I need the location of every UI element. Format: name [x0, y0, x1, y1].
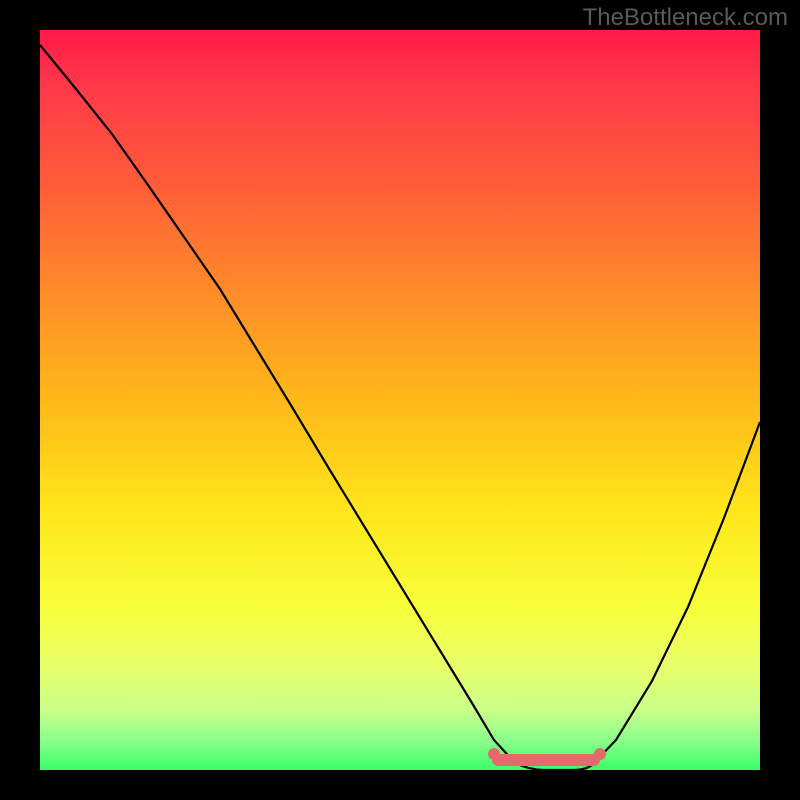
optimal-zone-dot-right — [594, 748, 606, 760]
optimal-zone-marker — [492, 754, 600, 766]
bottleneck-curve-path — [40, 45, 760, 770]
optimal-zone-dot-left — [488, 748, 500, 760]
watermark-text: TheBottleneck.com — [583, 4, 788, 32]
chart-plot-area — [40, 30, 760, 770]
curve-svg — [40, 30, 760, 770]
